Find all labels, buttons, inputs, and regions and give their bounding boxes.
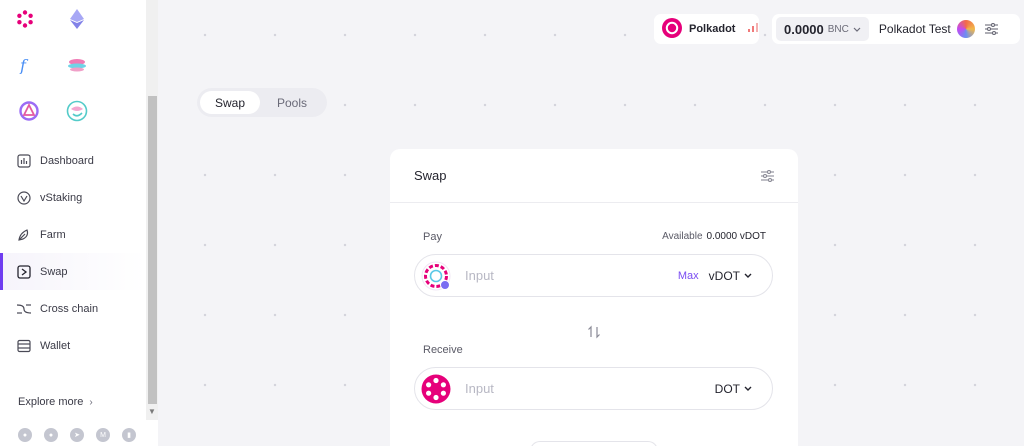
sidebar-item-farm[interactable]: Farm <box>0 216 146 253</box>
slippage-settings-icon[interactable] <box>761 169 774 182</box>
telegram-icon[interactable]: ➤ <box>70 428 84 442</box>
receive-token-label: DOT <box>714 381 740 396</box>
dashboard-icon <box>16 153 32 169</box>
sidebar-item-label: Cross chain <box>40 302 99 315</box>
sidebar-item-label: Wallet <box>40 339 71 352</box>
scroll-down-arrow[interactable]: ▼ <box>146 406 158 418</box>
swap-card-title: Swap <box>414 168 447 183</box>
chevron-down-icon <box>744 273 752 279</box>
swap-icon <box>16 264 32 280</box>
pay-token-select[interactable]: vDOT <box>709 269 752 283</box>
receive-label: Receive <box>423 344 463 356</box>
astar-icon[interactable] <box>66 54 88 76</box>
pay-amount-input[interactable] <box>465 268 678 283</box>
sidebar-item-label: Dashboard <box>40 154 94 167</box>
sidebar-item-cross-chain[interactable]: Cross chain <box>0 290 146 327</box>
sidebar-item-vstaking[interactable]: vStaking <box>0 179 146 216</box>
pay-token-label: vDOT <box>708 268 740 283</box>
sidebar-item-wallet[interactable]: Wallet <box>0 327 146 364</box>
sidebar-item-label: Swap <box>40 265 68 278</box>
vstaking-icon <box>16 190 32 206</box>
cross-chain-icon <box>16 301 32 317</box>
pay-input-row: Max vDOT <box>414 254 773 297</box>
receive-token-select[interactable]: DOT <box>715 382 752 396</box>
max-button[interactable]: Max <box>678 270 699 282</box>
wallet-icon <box>16 338 32 354</box>
sidebar-item-label: vStaking <box>40 191 83 204</box>
available-label: Available <box>662 231 703 242</box>
svg-text:f: f <box>19 56 29 74</box>
medium-icon[interactable]: M <box>96 428 110 442</box>
swap-card-header: Swap <box>390 149 798 203</box>
chevron-down-icon <box>744 386 752 392</box>
chevron-down-icon <box>853 20 861 38</box>
dot-token-icon <box>421 374 451 404</box>
sidebar-nav: Dashboard vStaking Farm Swap Cross chain <box>0 142 146 364</box>
swap-submit-button[interactable] <box>530 441 658 446</box>
balance-selector[interactable]: 0.0000 BNC <box>776 17 869 41</box>
sidebar: f Dashboard vStaking Farm Swap Cross cha… <box>0 0 158 446</box>
settings-sliders-icon[interactable] <box>984 23 998 35</box>
account-avatar[interactable] <box>956 20 975 38</box>
moonbeam-icon[interactable] <box>66 100 88 122</box>
available-value: 0.0000 vDOT <box>706 231 766 242</box>
swap-direction-icon[interactable] <box>586 324 602 340</box>
farm-icon <box>16 227 32 243</box>
network-name: Polkadot <box>689 23 736 35</box>
polkadot-icon <box>662 17 682 41</box>
account-bar: 0.0000 BNC Polkadot Test <box>772 14 1020 44</box>
network-selector[interactable]: Polkadot <box>654 14 759 44</box>
bifrost-icon[interactable] <box>18 100 40 122</box>
balance-amount: 0.0000 <box>784 21 824 37</box>
explore-more-label: Explore more <box>18 396 84 408</box>
receive-amount-input[interactable] <box>465 381 715 396</box>
sidebar-item-swap[interactable]: Swap <box>0 253 146 290</box>
analytics-icon[interactable]: ▮ <box>122 428 136 442</box>
swap-pools-tabs: Swap Pools <box>197 88 327 117</box>
social-links: ● ● ➤ M ▮ <box>18 428 136 442</box>
vdot-token-icon <box>421 261 451 291</box>
twitter-icon[interactable]: ● <box>44 428 58 442</box>
sidebar-item-dashboard[interactable]: Dashboard <box>0 142 146 179</box>
signal-icon <box>748 23 759 35</box>
account-name[interactable]: Polkadot Test <box>879 22 951 36</box>
tab-swap[interactable]: Swap <box>200 91 260 114</box>
polkadot-icon[interactable] <box>14 8 36 30</box>
ethereum-icon[interactable] <box>66 8 88 30</box>
tab-pools[interactable]: Pools <box>260 91 324 114</box>
receive-input-row: DOT <box>414 367 773 410</box>
sidebar-item-label: Farm <box>40 228 66 241</box>
filecoin-icon[interactable]: f <box>14 54 36 76</box>
explore-more-link[interactable]: Explore more › <box>18 396 93 408</box>
pay-label: Pay <box>423 231 442 243</box>
github-icon[interactable]: ● <box>18 428 32 442</box>
swap-card: Swap Pay Available 0.0000 vDOT Max vDOT … <box>390 149 798 446</box>
available-balance: Available 0.0000 vDOT <box>662 231 766 242</box>
sidebar-scrollbar-thumb[interactable] <box>148 96 157 404</box>
balance-unit: BNC <box>827 23 849 35</box>
chevron-right-icon: › <box>89 396 93 408</box>
